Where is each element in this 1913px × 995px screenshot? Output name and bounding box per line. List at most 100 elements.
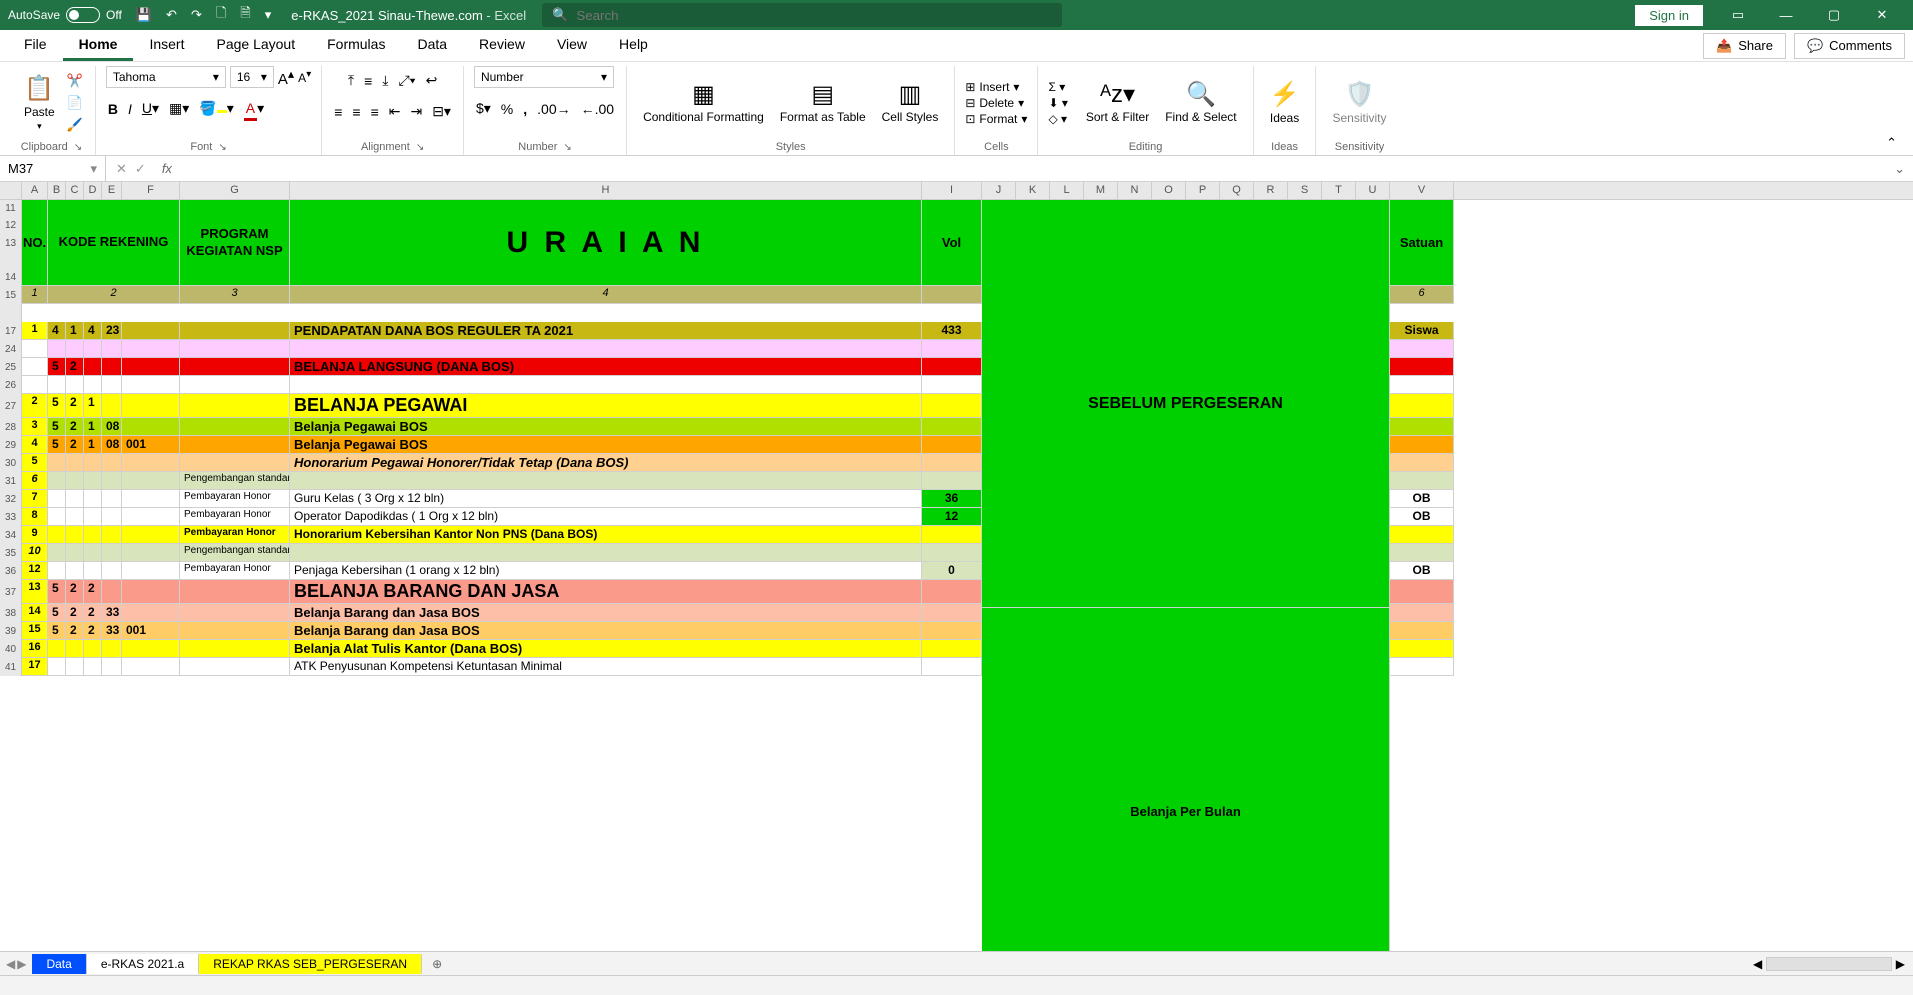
cell[interactable]: 08 [102, 436, 122, 454]
cell[interactable]: BELANJA LANGSUNG (DANA BOS) [290, 358, 922, 376]
column-header[interactable]: I [922, 182, 982, 199]
tab-file[interactable]: File [8, 30, 63, 61]
cell[interactable] [922, 604, 982, 622]
cell[interactable] [84, 340, 102, 358]
horizontal-scrollbar[interactable]: ◀ ▶ [1753, 957, 1913, 971]
cell[interactable]: KODE REKENING [48, 200, 180, 286]
align-middle-icon[interactable]: ≡ [362, 71, 374, 91]
cell[interactable] [922, 526, 982, 544]
cell[interactable] [84, 640, 102, 658]
row-header[interactable]: 36 [0, 562, 22, 580]
cell[interactable]: PENDAPATAN DANA BOS REGULER TA 2021 [290, 322, 922, 340]
cell[interactable] [84, 490, 102, 508]
cell[interactable] [66, 508, 84, 526]
cell[interactable]: Siswa [1390, 322, 1454, 340]
row-header[interactable]: 15 [0, 286, 22, 304]
bold-icon[interactable]: B [106, 99, 120, 119]
cell[interactable]: 1 [66, 322, 84, 340]
cell[interactable] [290, 340, 922, 358]
cell[interactable] [102, 340, 122, 358]
cell[interactable] [290, 472, 922, 490]
column-header[interactable]: V [1390, 182, 1454, 199]
number-launcher-icon[interactable]: ↘ [563, 142, 571, 153]
cell[interactable] [48, 490, 66, 508]
cell[interactable] [102, 454, 122, 472]
cell[interactable] [180, 454, 290, 472]
cell[interactable] [180, 376, 290, 394]
row-header[interactable]: 38 [0, 604, 22, 622]
cell[interactable] [48, 562, 66, 580]
name-box[interactable]: M37▾ [0, 156, 106, 181]
cell[interactable] [22, 358, 48, 376]
cell[interactable]: Guru Kelas ( 3 Org x 12 bln) [290, 490, 922, 508]
cell[interactable] [48, 526, 66, 544]
cell[interactable] [922, 544, 982, 562]
font-name-select[interactable]: Tahoma▾ [106, 66, 226, 88]
search-input[interactable] [576, 8, 1052, 23]
cell[interactable]: 15 [22, 622, 48, 640]
clear-icon[interactable]: ◇ ▾ [1048, 112, 1067, 126]
align-bottom-icon[interactable]: ⤓ [380, 70, 390, 91]
cell[interactable] [48, 340, 66, 358]
column-header[interactable]: J [982, 182, 1016, 199]
cell[interactable] [922, 640, 982, 658]
cell[interactable]: 2 [22, 394, 48, 418]
cell[interactable] [84, 562, 102, 580]
cell[interactable] [1390, 436, 1454, 454]
cell[interactable]: Pengembangan standar pembiayaan [180, 544, 290, 562]
cell[interactable]: Honorarium Kebersihan Kantor Non PNS (Da… [290, 526, 922, 544]
cell[interactable]: ATK Penyusunan Kompetensi Ketuntasan Min… [290, 658, 922, 676]
new-file-icon[interactable]: 🗋 [216, 4, 226, 26]
cell[interactable]: 7 [22, 490, 48, 508]
column-header[interactable]: L [1050, 182, 1084, 199]
tab-home[interactable]: Home [63, 30, 134, 61]
orientation-icon[interactable]: ⤢▾ [396, 70, 417, 91]
cell[interactable]: 2 [66, 394, 84, 418]
cell[interactable]: 12 [922, 508, 982, 526]
cell[interactable] [922, 580, 982, 604]
row-header[interactable]: 35 [0, 544, 22, 562]
align-right-icon[interactable]: ≡ [369, 102, 381, 122]
cell[interactable]: Belanja Barang dan Jasa BOS [290, 622, 922, 640]
tab-insert[interactable]: Insert [133, 30, 200, 61]
search-box[interactable]: 🔍 [542, 3, 1062, 27]
cell[interactable]: 33 [102, 604, 122, 622]
cell[interactable]: Belanja Barang dan Jasa BOS [290, 604, 922, 622]
cell[interactable] [922, 376, 982, 394]
sign-in-button[interactable]: Sign in [1635, 5, 1703, 26]
cell[interactable] [84, 508, 102, 526]
cell[interactable] [48, 640, 66, 658]
cell[interactable] [22, 340, 48, 358]
column-header[interactable]: G [180, 182, 290, 199]
cell[interactable]: 5 [48, 418, 66, 436]
sort-filter-button[interactable]: ᴬᴢ▾Sort & Filter [1080, 76, 1155, 128]
formula-input[interactable] [178, 156, 1886, 181]
cell[interactable]: Honorarium Pegawai Honorer/Tidak Tetap (… [290, 454, 922, 472]
cell[interactable] [1390, 658, 1454, 676]
font-launcher-icon[interactable]: ↘ [218, 142, 226, 153]
open-file-icon[interactable]: 🗎 [240, 4, 250, 26]
cell[interactable] [922, 472, 982, 490]
increase-decimal-icon[interactable]: .00→ [535, 99, 572, 119]
decrease-indent-icon[interactable]: ⇤ [387, 101, 403, 122]
cell[interactable]: 1 [84, 436, 102, 454]
add-sheet-button[interactable]: ⊕ [422, 954, 452, 974]
column-header[interactable]: F [122, 182, 180, 199]
cell[interactable] [180, 622, 290, 640]
row-header[interactable]: 41 [0, 658, 22, 676]
column-header[interactable]: M [1084, 182, 1118, 199]
row-header[interactable]: 34 [0, 526, 22, 544]
cell[interactable]: 2 [66, 604, 84, 622]
cell[interactable]: 13 [22, 580, 48, 604]
cell[interactable]: 2 [66, 436, 84, 454]
column-header[interactable]: B [48, 182, 66, 199]
cell[interactable] [66, 490, 84, 508]
fx-icon[interactable]: fx [156, 161, 178, 176]
cell[interactable] [48, 454, 66, 472]
cell[interactable]: 5 [22, 454, 48, 472]
cell[interactable] [122, 376, 180, 394]
cancel-formula-icon[interactable]: ✕ [116, 161, 127, 177]
tab-help[interactable]: Help [603, 30, 664, 61]
cell[interactable] [922, 454, 982, 472]
cell[interactable]: 1 [84, 394, 102, 418]
